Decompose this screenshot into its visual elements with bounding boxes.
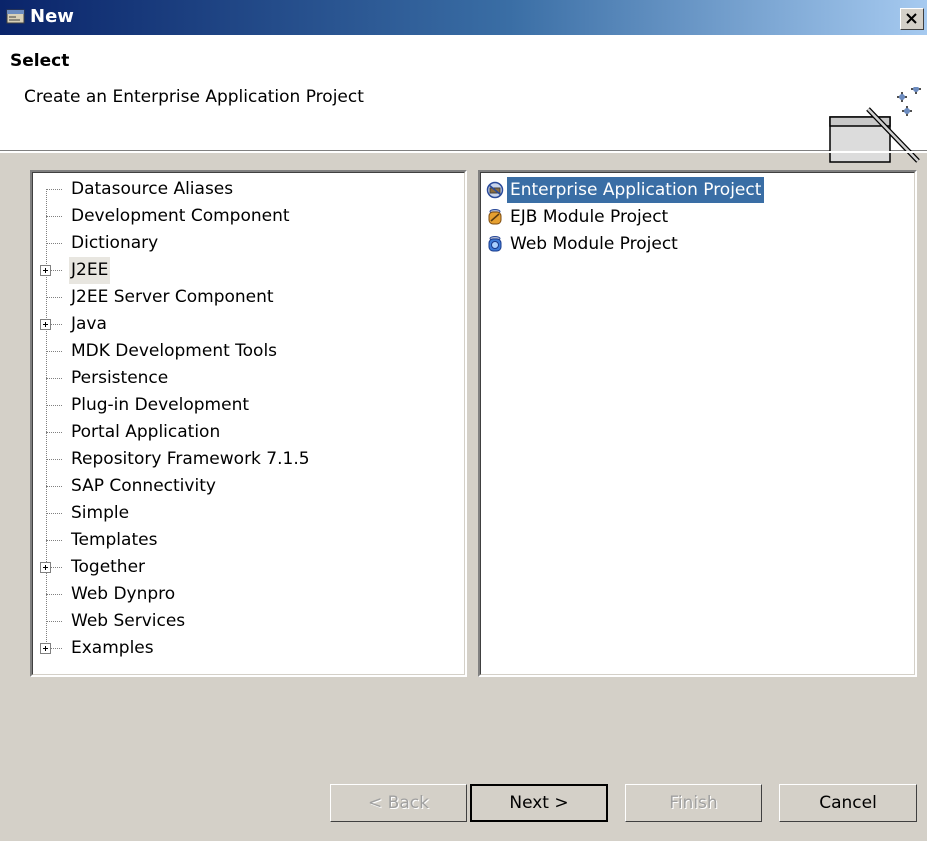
tree-item-label: Plug-in Development [71,395,250,415]
wizard-window-icon [6,9,25,24]
tree-connector-line [46,189,62,190]
tree-item-label: Repository Framework 7.1.5 [71,449,310,469]
tree-item[interactable]: Plug-in Development [32,392,452,419]
tree-connector-line [46,351,62,352]
tree-connector-line [46,405,62,406]
tree-item[interactable]: Together [32,554,452,581]
tree-item[interactable]: Dictionary [32,230,452,257]
tree-connector-line [46,216,62,217]
finish-button[interactable]: Finish [625,784,762,822]
tree-item-label: Examples [71,638,154,658]
tree-item-label: Java [71,314,107,334]
tree-connector-line [46,486,62,487]
expand-plus-icon[interactable] [40,562,51,573]
web-module-icon [488,236,502,252]
page-description: Create an Enterprise Application Project [24,87,364,107]
tree-connector-line [46,594,62,595]
tree-item-label: Web Dynpro [71,584,176,604]
enterprise-application-icon [486,181,504,199]
tree-item-label: Persistence [71,368,169,388]
tree-item[interactable]: Datasource Aliases [32,176,452,203]
close-button[interactable] [900,8,924,30]
project-type-item[interactable]: Web Module Project [486,231,906,257]
project-type-list[interactable]: Enterprise Application Project EJB Module… [478,170,917,677]
tree-item[interactable]: SAP Connectivity [32,473,452,500]
tree-item-label: Web Services [71,611,186,631]
tree-item-label: Datasource Aliases [71,179,234,199]
tree-connector-line [46,432,62,433]
window-title: New [30,6,74,27]
project-type-item[interactable]: EJB Module Project [486,204,906,230]
tree-connector-line [46,243,62,244]
project-type-label: Web Module Project [510,234,678,254]
tree-item[interactable]: J2EE Server Component [32,284,452,311]
tree-item[interactable]: Web Services [32,608,452,635]
next-button[interactable]: Next > [470,784,608,822]
wizard-category-tree[interactable]: Datasource Aliases Development Component D… [30,170,467,677]
cancel-button[interactable]: Cancel [779,784,917,822]
project-type-label: EJB Module Project [510,207,669,227]
tree-item-label: J2EE [69,257,111,284]
tree-item-label: SAP Connectivity [71,476,216,496]
project-type-item[interactable]: Enterprise Application Project [486,177,906,203]
expand-plus-icon[interactable] [40,643,51,654]
expand-plus-icon[interactable] [40,319,51,330]
tree-item[interactable]: Persistence [32,365,452,392]
tree-connector-line [46,621,62,622]
tree-item-label: Together [71,557,146,577]
wizard-header: Select Create an Enterprise Application … [0,35,927,163]
tree-connector-line [46,540,62,541]
tree-item-label: Development Component [71,206,290,226]
tree-item-label: Templates [71,530,158,550]
tree-item[interactable]: Simple [32,500,452,527]
tree-connector-line [46,459,62,460]
tree-item[interactable]: J2EE [32,257,452,284]
tree-item-label: Dictionary [71,233,159,253]
tree-item[interactable]: MDK Development Tools [32,338,452,365]
close-icon [906,13,917,24]
title-bar: New [0,0,927,35]
tree-item[interactable]: Templates [32,527,452,554]
tree-item-label: MDK Development Tools [71,341,278,361]
tree-connector-line [46,513,62,514]
tree-item[interactable]: Web Dynpro [32,581,452,608]
ejb-module-icon [488,209,502,225]
back-button[interactable]: < Back [330,784,467,822]
tree-item[interactable]: Development Component [32,203,452,230]
header-separator [0,151,927,153]
page-title: Select [10,51,70,71]
tree-item[interactable]: Repository Framework 7.1.5 [32,446,452,473]
tree-item[interactable]: Portal Application [32,419,452,446]
new-wizard-banner-icon [829,87,921,163]
tree-item[interactable]: Java [32,311,452,338]
tree-item-label: J2EE Server Component [71,287,274,307]
project-type-label: Enterprise Application Project [507,177,765,203]
expand-plus-icon[interactable] [40,265,51,276]
tree-item-label: Simple [71,503,130,523]
tree-connector-line [46,378,62,379]
tree-connector-line [46,297,62,298]
tree-item[interactable]: Examples [32,635,452,662]
tree-item-label: Portal Application [71,422,221,442]
